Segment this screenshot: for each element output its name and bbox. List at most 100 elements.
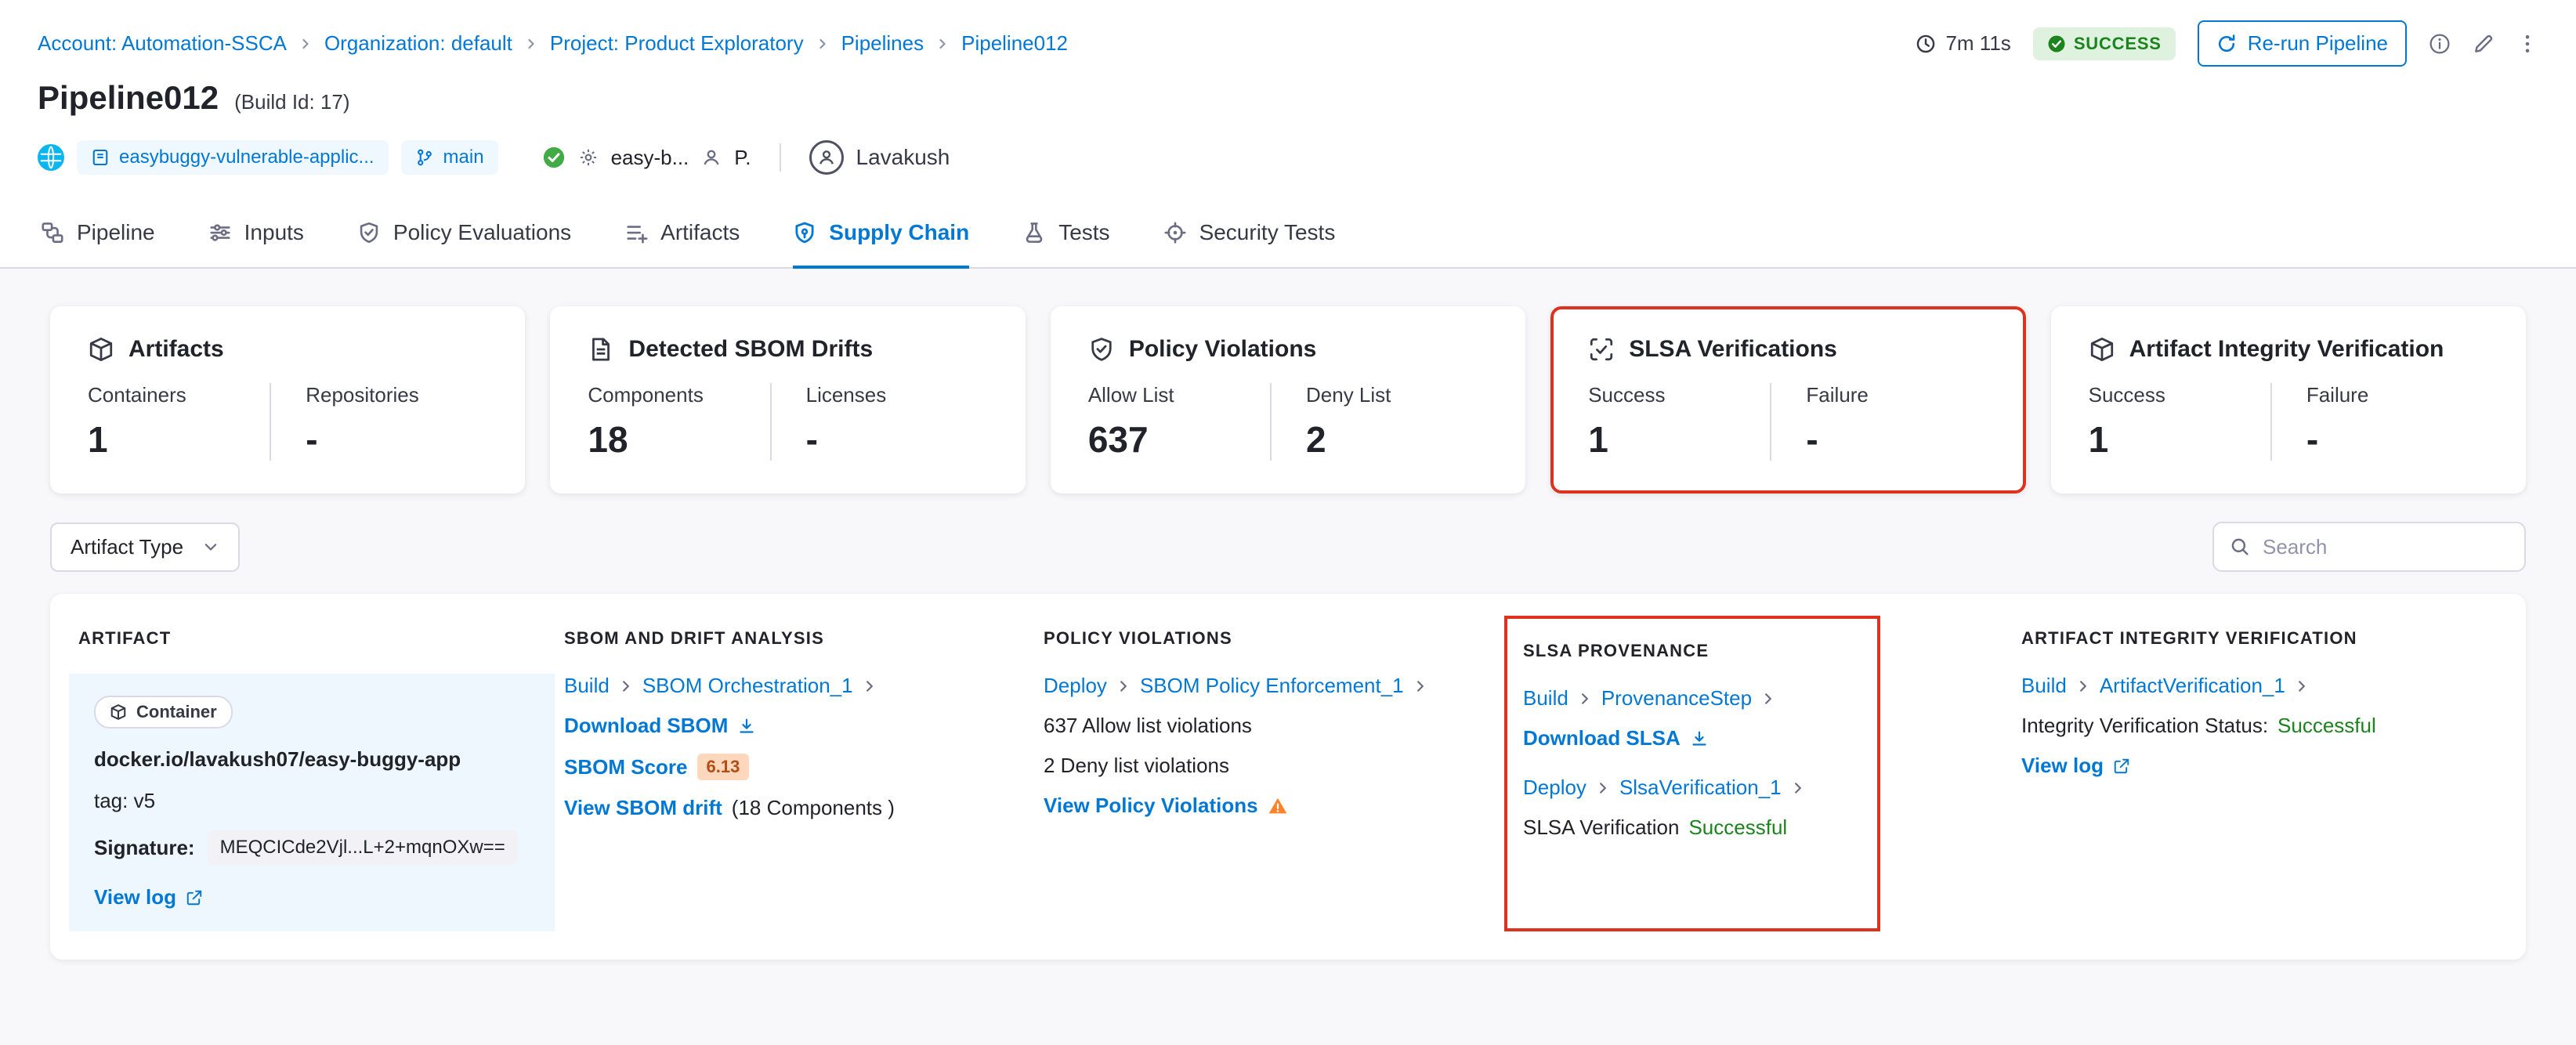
search-box bbox=[2212, 522, 2526, 572]
info-icon[interactable] bbox=[2429, 33, 2451, 55]
column-policy-violations: POLICY VIOLATIONS Deploy SBOM Policy Enf… bbox=[1034, 616, 1504, 931]
card-title: Policy Violations bbox=[1128, 336, 1317, 362]
card-policy-violations: Policy Violations Allow List 637 Deny Lis… bbox=[1050, 306, 1526, 494]
artifact-type-label: Artifact Type bbox=[71, 534, 184, 559]
metric-label: Licenses bbox=[805, 383, 887, 407]
metric-label: Containers bbox=[88, 383, 186, 407]
column-header: SLSA PROVENANCE bbox=[1523, 641, 1709, 660]
rerun-icon bbox=[2216, 34, 2237, 54]
policy-stage-link[interactable]: Deploy bbox=[1044, 674, 1107, 698]
slsa-status-prefix: SLSA Verification bbox=[1523, 815, 1680, 839]
rerun-label: Re-run Pipeline bbox=[2247, 31, 2388, 55]
policy-shield-check-icon bbox=[1088, 336, 1115, 363]
build-id: (Build Id: 17) bbox=[234, 90, 350, 114]
tab-label: Artifacts bbox=[660, 220, 740, 244]
download-icon bbox=[1690, 729, 1709, 748]
metric-label: Failure bbox=[2306, 383, 2369, 407]
tab-policy-evaluations[interactable]: Policy Evaluations bbox=[357, 200, 571, 269]
chevron-right-icon bbox=[299, 38, 312, 50]
artifact-type-select[interactable]: Artifact Type bbox=[50, 522, 241, 572]
tab-supply-chain[interactable]: Supply Chain bbox=[793, 200, 970, 269]
breadcrumb-pipeline012[interactable]: Pipeline012 bbox=[961, 31, 1068, 56]
metric-value: 18 bbox=[588, 419, 628, 460]
breadcrumb-pipelines[interactable]: Pipelines bbox=[841, 31, 924, 56]
tab-label: Supply Chain bbox=[829, 220, 970, 244]
card-title: Detected SBOM Drifts bbox=[628, 336, 874, 362]
metric-value: - bbox=[1806, 419, 1818, 460]
tab-security-tests[interactable]: Security Tests bbox=[1163, 200, 1336, 269]
breadcrumb-organization[interactable]: Organization: default bbox=[324, 31, 512, 56]
search-input[interactable] bbox=[2263, 534, 2509, 559]
sbom-stage-link[interactable]: Build bbox=[564, 674, 610, 698]
chevron-right-icon bbox=[2076, 679, 2090, 693]
page-title: Pipeline012 bbox=[38, 79, 219, 116]
integrity-view-log-link[interactable]: View log bbox=[2021, 754, 2130, 778]
metric-label: Success bbox=[2088, 383, 2165, 407]
metric-label: Failure bbox=[1806, 383, 1869, 407]
policy-evaluations-icon bbox=[357, 221, 381, 244]
external-link-icon bbox=[186, 889, 203, 906]
sbom-step-link[interactable]: SBOM Orchestration_1 bbox=[642, 674, 853, 698]
download-slsa-link[interactable]: Download SLSA bbox=[1523, 726, 1709, 750]
metric-value: 1 bbox=[88, 419, 108, 460]
chevron-right-icon bbox=[816, 38, 829, 50]
metric-label: Repositories bbox=[306, 383, 419, 407]
inputs-icon bbox=[208, 221, 232, 244]
commit-status-check-icon bbox=[542, 146, 566, 169]
breadcrumb-account[interactable]: Account: Automation-SSCA bbox=[38, 31, 287, 56]
provenance-step-link[interactable]: ProvenanceStep bbox=[1601, 686, 1752, 711]
edit-icon[interactable] bbox=[2473, 33, 2495, 55]
column-header: POLICY VIOLATIONS bbox=[1044, 628, 1232, 648]
avatar bbox=[809, 140, 844, 175]
artifact-tag: tag: v5 bbox=[94, 789, 156, 812]
view-sbom-drift-link[interactable]: View SBOM drift bbox=[564, 796, 722, 820]
divider bbox=[779, 143, 781, 172]
supply-chain-content: Artifacts Containers 1 Repositories - Dete… bbox=[0, 269, 2576, 960]
tab-label: Pipeline bbox=[77, 220, 155, 244]
repo-name: easybuggy-vulnerable-applic... bbox=[119, 146, 374, 168]
repo-link[interactable]: easybuggy-vulnerable-applic... bbox=[77, 140, 389, 175]
tab-tests[interactable]: Tests bbox=[1022, 200, 1110, 269]
status-badge: SUCCESS bbox=[2032, 27, 2176, 60]
metric-value: - bbox=[306, 419, 318, 460]
status-text: SUCCESS bbox=[2073, 33, 2162, 53]
commit-ref: easy-b... bbox=[610, 145, 689, 169]
slsa-deploy-stage-link[interactable]: Deploy bbox=[1523, 776, 1586, 800]
slsa-build-stage-link[interactable]: Build bbox=[1523, 686, 1568, 711]
integrity-step-link[interactable]: ArtifactVerification_1 bbox=[2100, 674, 2285, 698]
integrity-cube-icon bbox=[2089, 336, 2115, 363]
trigger-user-short: P. bbox=[734, 145, 751, 169]
metric-label: Deny List bbox=[1306, 383, 1391, 407]
warning-icon bbox=[1268, 796, 1288, 816]
chevron-right-icon bbox=[2295, 679, 2309, 693]
metric-value: 2 bbox=[1306, 419, 1326, 460]
branch-link[interactable]: main bbox=[400, 140, 498, 175]
summary-cards: Artifacts Containers 1 Repositories - Dete… bbox=[50, 306, 2527, 494]
view-log-link[interactable]: View log bbox=[94, 885, 203, 909]
metric-value: 1 bbox=[2088, 419, 2109, 460]
card-title: Artifacts bbox=[128, 336, 224, 362]
deny-list-violations: 2 Deny list violations bbox=[1044, 754, 1229, 777]
tab-inputs[interactable]: Inputs bbox=[208, 200, 304, 269]
policy-step-link[interactable]: SBOM Policy Enforcement_1 bbox=[1140, 674, 1404, 698]
download-sbom-link[interactable]: Download SBOM bbox=[564, 714, 756, 738]
integrity-stage-link[interactable]: Build bbox=[2021, 674, 2067, 698]
more-menu-icon[interactable] bbox=[2516, 33, 2538, 55]
tab-label: Security Tests bbox=[1199, 220, 1336, 244]
integrity-status-prefix: Integrity Verification Status: bbox=[2021, 714, 2269, 737]
pipeline-icon bbox=[41, 221, 64, 244]
tab-artifacts[interactable]: Artifacts bbox=[624, 200, 740, 269]
chevron-right-icon bbox=[525, 38, 537, 50]
column-header: SBOM AND DRIFT ANALYSIS bbox=[564, 628, 824, 648]
rerun-pipeline-button[interactable]: Re-run Pipeline bbox=[2197, 20, 2407, 67]
metric-label: Allow List bbox=[1087, 383, 1174, 407]
metric-value: - bbox=[805, 419, 818, 460]
slsa-verification-step-link[interactable]: SlsaVerification_1 bbox=[1619, 776, 1782, 800]
breadcrumb-project[interactable]: Project: Product Exploratory bbox=[550, 31, 804, 56]
artifact-image-name: docker.io/lavakush07/easy-buggy-app bbox=[94, 747, 461, 771]
sbom-score-link[interactable]: SBOM Score bbox=[564, 755, 688, 779]
card-title: Artifact Integrity Verification bbox=[2129, 336, 2444, 362]
view-policy-violations-link[interactable]: View Policy Violations bbox=[1044, 794, 1258, 818]
slsa-scan-check-icon bbox=[1588, 336, 1615, 363]
tab-pipeline[interactable]: Pipeline bbox=[41, 200, 155, 269]
